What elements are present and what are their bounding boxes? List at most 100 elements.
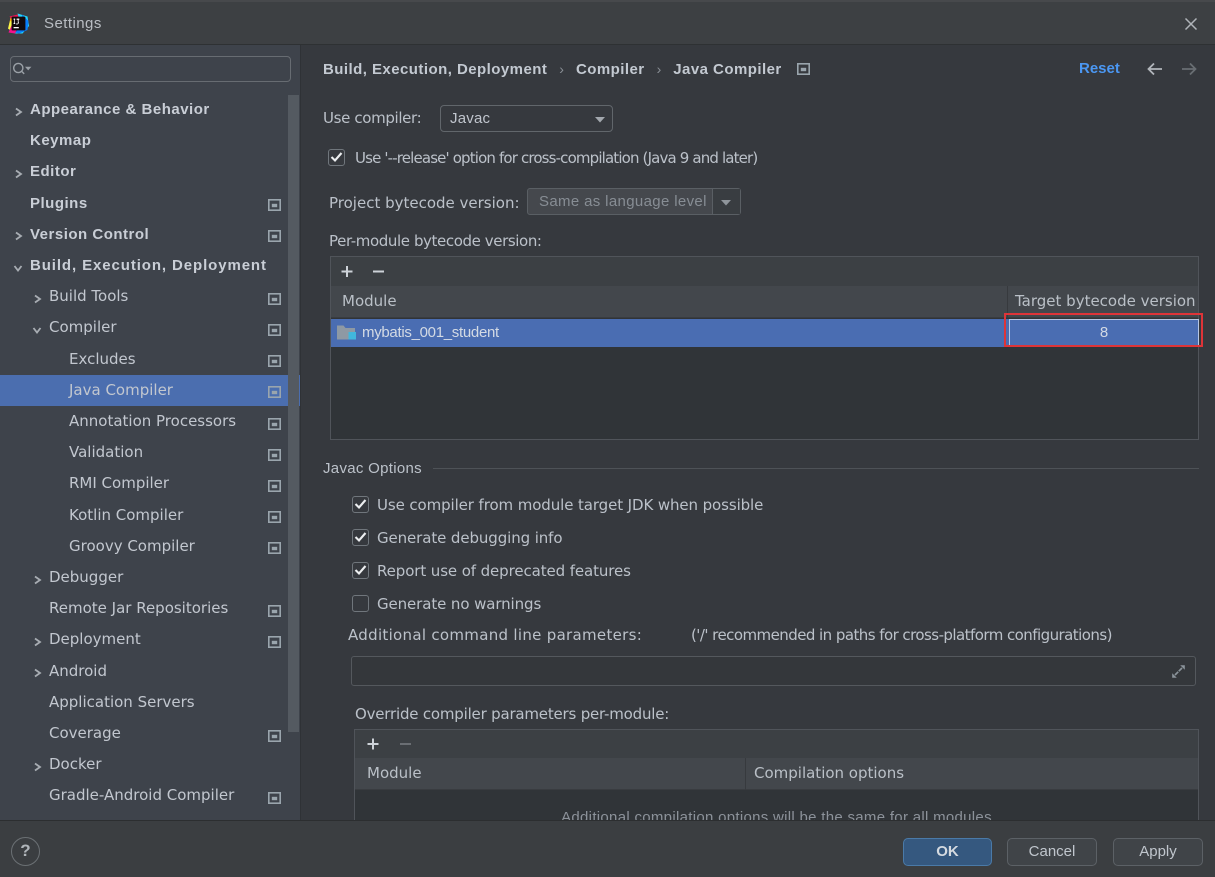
project-settings-icon	[268, 791, 281, 804]
sidebar-item-kotlin-compiler[interactable]: Kotlin Compiler	[0, 500, 300, 531]
sidebar-item-label: Build Tools	[49, 287, 129, 306]
sidebar-item-rmi-compiler[interactable]: RMI Compiler	[0, 468, 300, 499]
module-column-header[interactable]: Module	[342, 286, 397, 317]
reset-link[interactable]: Reset	[1079, 57, 1120, 81]
back-arrow-icon[interactable]	[1145, 59, 1165, 79]
sidebar-item-label: Validation	[69, 443, 144, 462]
option-checkbox-label: Report use of deprecated features	[377, 562, 631, 580]
sidebar-item-java-compiler[interactable]: Java Compiler	[0, 374, 300, 406]
sidebar-item-gradle-android-compiler[interactable]: Gradle-Android Compiler	[0, 780, 300, 811]
chevron-right-icon[interactable]	[31, 636, 43, 648]
sidebar-item-coverage[interactable]: Coverage	[0, 718, 300, 749]
use-compiler-dropdown[interactable]: Javac	[440, 105, 613, 132]
chevron-down-icon[interactable]	[12, 262, 24, 274]
override-table-empty-text: Additional compilation options will be t…	[561, 809, 992, 820]
sidebar-item-label: Debugger	[49, 568, 124, 586]
breadcrumb-segment[interactable]: Compiler	[576, 61, 645, 78]
sidebar-item-validation[interactable]: Validation	[0, 437, 300, 468]
sidebar-item-label: Excludes	[69, 349, 136, 368]
sidebar-item-plugins[interactable]: Plugins	[0, 188, 300, 219]
javac-options-separator	[433, 468, 1199, 469]
module-row[interactable]: mybatis_001_student 8	[331, 319, 1199, 347]
sidebar-item-build-execution-deployment[interactable]: Build, Execution, Deployment	[0, 250, 300, 281]
sidebar-item-keymap[interactable]: Keymap	[0, 125, 300, 156]
settings-dialog: Settings Appearance & Behavior Keymap Edit…	[0, 0, 1215, 877]
chevron-down-icon[interactable]	[31, 324, 43, 336]
sidebar-item-editor[interactable]: Editor	[0, 156, 300, 187]
table-header: Module Compilation options	[355, 758, 1198, 790]
sidebar-item-version-control[interactable]: Version Control	[0, 219, 300, 250]
params-input[interactable]	[351, 656, 1196, 686]
sidebar-item-excludes[interactable]: Excludes	[0, 344, 300, 375]
chevron-right-icon[interactable]	[31, 574, 43, 586]
use-compiler-label: Use compiler:	[323, 109, 422, 127]
breadcrumb-separator: ›	[656, 61, 662, 77]
table-header: Module Target bytecode version	[331, 286, 1198, 318]
target-bytecode-cell[interactable]: 8	[1009, 319, 1199, 347]
sidebar-item-annotation-processors[interactable]: Annotation Processors	[0, 406, 300, 437]
sidebar-item-label: Build, Execution, Deployment	[30, 257, 267, 274]
chevron-right-icon[interactable]	[31, 667, 43, 679]
sidebar-item-application-servers[interactable]: Application Servers	[0, 687, 300, 718]
help-button[interactable]: ?	[11, 837, 40, 866]
apply-button[interactable]: Apply	[1113, 838, 1203, 866]
bytecode-version-value: Same as language level	[539, 193, 707, 210]
sidebar-item-deployment[interactable]: Deployment	[0, 624, 300, 655]
breadcrumb-segment[interactable]: Java Compiler	[673, 61, 781, 78]
use-compiler-value: Javac	[450, 110, 491, 127]
settings-tree: Appearance & Behavior Keymap Editor Plugins…	[0, 45, 300, 820]
column-divider[interactable]	[745, 758, 746, 790]
option-checkbox-use-compiler-from-module-target-jdk-when-possible[interactable]	[352, 496, 369, 513]
column-divider[interactable]	[1007, 286, 1008, 318]
project-settings-icon	[268, 729, 281, 742]
chevron-right-icon[interactable]	[31, 293, 43, 305]
options-column-header[interactable]: Compilation options	[754, 758, 904, 789]
sidebar-scrollbar-thumb[interactable]	[288, 95, 299, 732]
close-icon[interactable]	[1183, 16, 1199, 32]
remove-icon[interactable]	[391, 730, 421, 758]
chevron-right-icon[interactable]	[12, 106, 24, 118]
sidebar-item-debugger[interactable]: Debugger	[0, 562, 300, 593]
breadcrumb: Build, Execution, Deployment › Compiler › Ja…	[323, 57, 782, 81]
sidebar-item-remote-jar-repositories[interactable]: Remote Jar Repositories	[0, 593, 300, 624]
sidebar-item-docker[interactable]: Docker	[0, 749, 300, 780]
project-settings-icon	[268, 542, 281, 555]
project-settings-icon	[268, 230, 281, 243]
project-settings-icon	[268, 323, 281, 336]
sidebar-item-groovy-compiler[interactable]: Groovy Compiler	[0, 531, 300, 562]
module-column-header[interactable]: Module	[367, 758, 422, 789]
checkmark-icon	[354, 532, 367, 543]
forward-arrow-icon[interactable]	[1179, 59, 1199, 79]
add-icon[interactable]	[355, 730, 395, 758]
release-option-label: Use '--release' option for cross-compila…	[355, 149, 758, 167]
project-settings-icon	[268, 417, 281, 430]
expand-icon[interactable]	[1170, 663, 1187, 680]
sidebar-item-compiler[interactable]: Compiler	[0, 312, 300, 343]
option-checkbox-generate-no-warnings[interactable]	[352, 595, 369, 612]
sidebar-item-android[interactable]: Android	[0, 656, 300, 687]
sidebar-item-label: Keymap	[30, 132, 92, 150]
target-column-header[interactable]: Target bytecode version	[1015, 286, 1196, 317]
params-label: Additional command line parameters:	[348, 626, 643, 644]
option-checkbox-label: Generate debugging info	[377, 529, 563, 547]
ok-button[interactable]: OK	[903, 838, 992, 866]
bytecode-version-dropdown[interactable]: Same as language level	[527, 188, 741, 215]
sidebar-item-appearance-behavior[interactable]: Appearance & Behavior	[0, 94, 300, 125]
project-settings-icon	[268, 355, 281, 368]
project-settings-icon	[268, 448, 281, 461]
bytecode-version-label: Project bytecode version:	[329, 194, 520, 212]
chevron-right-icon[interactable]	[12, 168, 24, 180]
option-checkbox-generate-debugging-info[interactable]	[352, 529, 369, 546]
project-settings-icon	[268, 292, 281, 305]
release-option-checkbox[interactable]	[328, 149, 345, 166]
window-title: Settings	[44, 15, 102, 32]
option-checkbox-label: Generate no warnings	[377, 595, 542, 613]
chevron-right-icon[interactable]	[12, 230, 24, 242]
chevron-right-icon[interactable]	[31, 761, 43, 773]
remove-icon[interactable]	[364, 257, 394, 286]
breadcrumb-segment[interactable]: Build, Execution, Deployment	[323, 61, 547, 78]
settings-sidebar: Appearance & Behavior Keymap Editor Plugins…	[0, 45, 301, 820]
cancel-button[interactable]: Cancel	[1007, 838, 1097, 866]
sidebar-item-build-tools[interactable]: Build Tools	[0, 281, 300, 312]
option-checkbox-report-use-of-deprecated-features[interactable]	[352, 562, 369, 579]
